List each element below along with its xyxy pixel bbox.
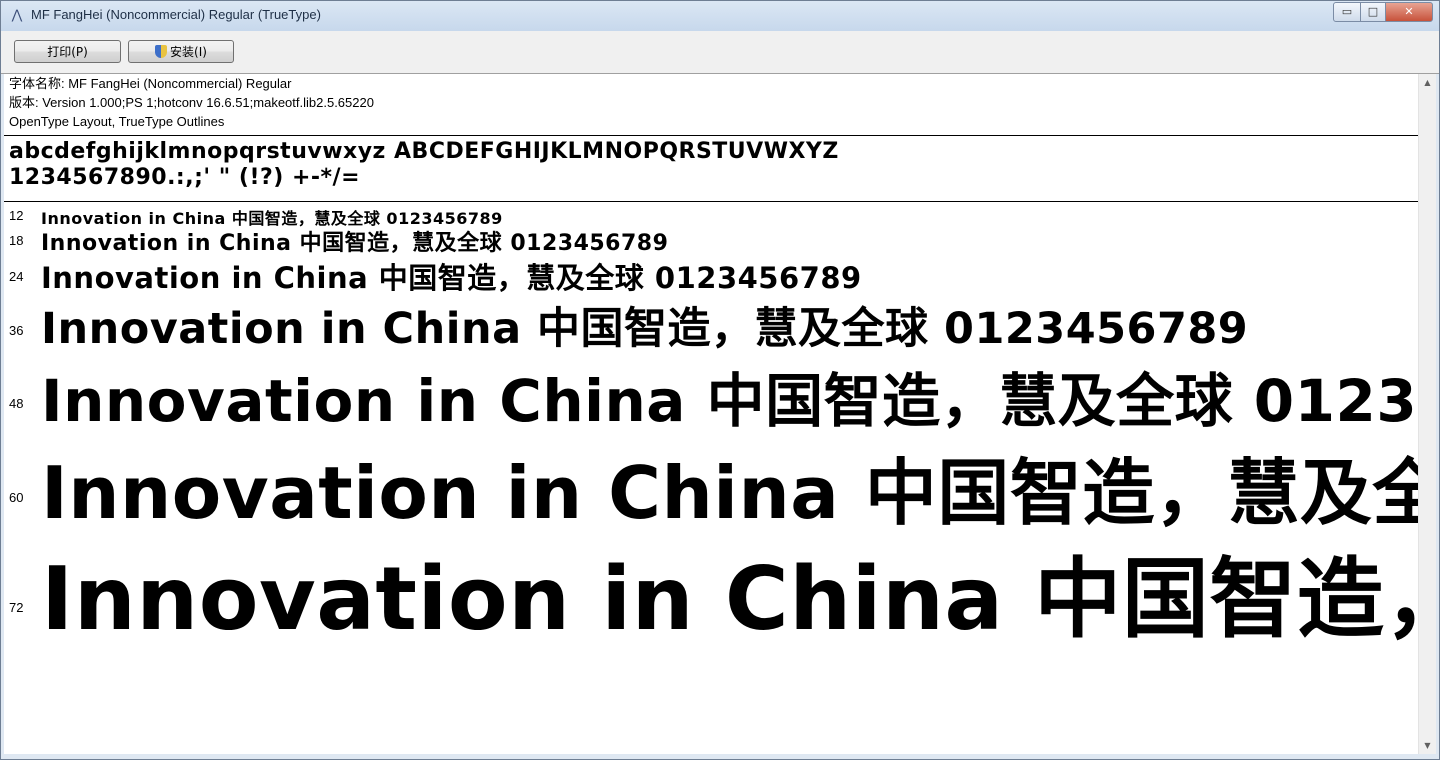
minimize-button[interactable]: ▭ (1333, 2, 1361, 22)
sample-text: Innovation in China 中国智造，慧及全球 0123456789 (41, 304, 1249, 354)
toolbar: 打印(P) 安装(I) (1, 31, 1439, 74)
font-viewer-window: ⋀ MF FangHei (Noncommercial) Regular (Tr… (0, 0, 1440, 760)
scroll-up-arrow-icon[interactable]: ▲ (1419, 74, 1436, 91)
sample-size-label: 36 (9, 323, 24, 338)
sample-size-label: 60 (9, 490, 24, 505)
vertical-scrollbar[interactable]: ▲ ▼ (1418, 74, 1436, 754)
sample-size-label: 12 (9, 208, 24, 223)
sample-size-label: 48 (9, 396, 24, 411)
close-button[interactable]: ✕ (1385, 2, 1433, 22)
sample-text: Innovation in China 中国智造，慧及全球 0123456789 (41, 231, 669, 256)
font-app-icon: ⋀ (11, 8, 23, 23)
sample-text: Innovation in China 中国智造，慧及全球 0123456789 (41, 548, 1418, 650)
window-title: MF FangHei (Noncommercial) Regular (True… (31, 7, 321, 22)
font-name-line: 字体名称: MF FangHei (Noncommercial) Regular (9, 76, 292, 91)
divider (4, 201, 1418, 202)
sample-text: Innovation in China 中国智造，慧及全球 0123456789 (41, 261, 862, 295)
print-button[interactable]: 打印(P) (14, 40, 121, 63)
font-info: 字体名称: MF FangHei (Noncommercial) Regular… (9, 74, 374, 131)
caption-buttons: ▭ □ ✕ (1333, 2, 1433, 22)
maximize-button[interactable]: □ (1360, 2, 1386, 22)
font-preview-pane[interactable]: 字体名称: MF FangHei (Noncommercial) Regular… (4, 74, 1418, 754)
font-version-line: 版本: Version 1.000;PS 1;hotconv 16.6.51;m… (9, 95, 374, 110)
sample-size-label: 18 (9, 233, 24, 248)
sample-size-label: 72 (9, 600, 24, 615)
charset-line-letters: abcdefghijklmnopqrstuvwxyz ABCDEFGHIJKLM… (9, 139, 839, 164)
title-bar[interactable]: ⋀ MF FangHei (Noncommercial) Regular (Tr… (1, 1, 1439, 31)
uac-shield-icon (155, 45, 168, 58)
divider (4, 135, 1418, 136)
scroll-down-arrow-icon[interactable]: ▼ (1419, 737, 1436, 754)
install-button[interactable]: 安装(I) (128, 40, 234, 63)
character-set-preview: abcdefghijklmnopqrstuvwxyz ABCDEFGHIJKLM… (9, 139, 839, 191)
charset-line-symbols: 1234567890.:,;' " (!?) +-*/= (9, 165, 361, 190)
sample-text: Innovation in China 中国智造，慧及全球 0123456789 (41, 367, 1418, 435)
install-button-label: 安装(I) (170, 45, 207, 59)
sample-text: Innovation in China 中国智造，慧及全球 0123456789 (41, 451, 1418, 535)
sample-size-label: 24 (9, 269, 24, 284)
font-type-line: OpenType Layout, TrueType Outlines (9, 114, 225, 129)
